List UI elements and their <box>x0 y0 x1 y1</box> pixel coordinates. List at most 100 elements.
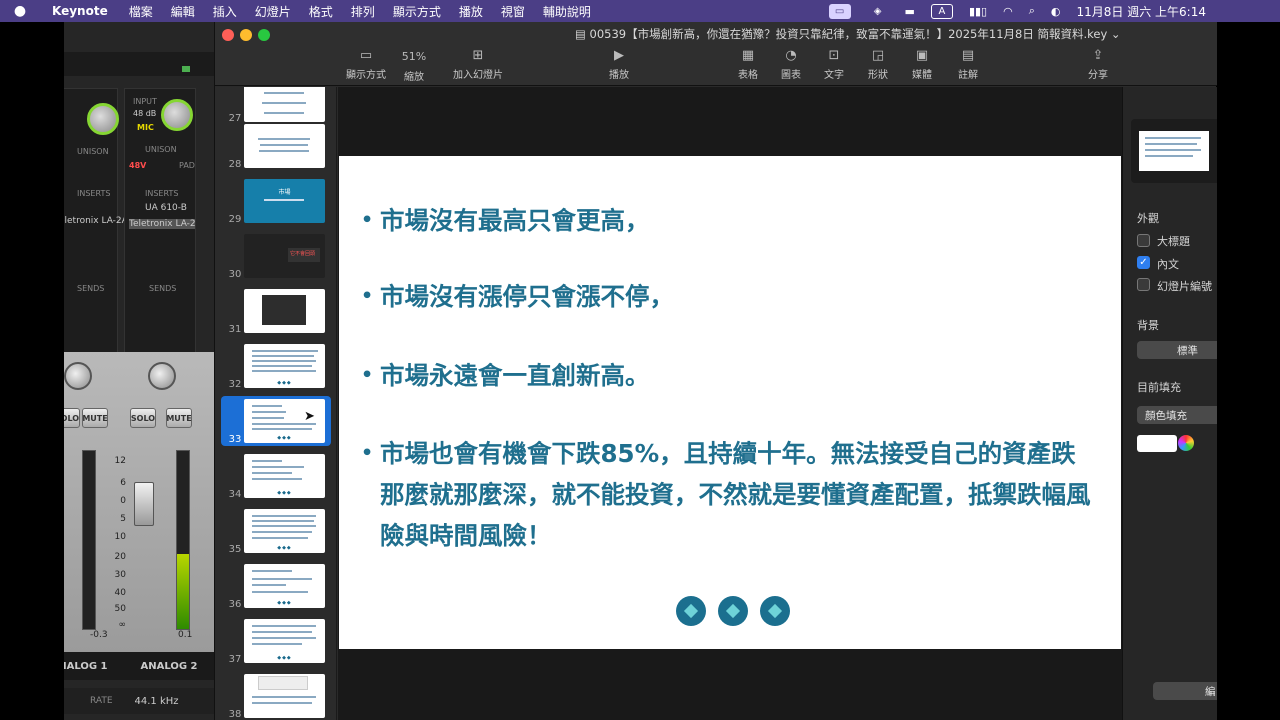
rate-label: RATE <box>90 696 113 706</box>
solo-button[interactable]: SOLO <box>130 408 156 428</box>
chevron-down-icon: ⌄ <box>1107 27 1121 41</box>
menu-arrange[interactable]: 排列 <box>342 3 384 20</box>
insert-slot-b[interactable]: Teletronix LA-2A L <box>129 219 195 229</box>
level-led <box>182 66 190 72</box>
input-source-icon[interactable]: A <box>923 3 961 19</box>
fill-type-select[interactable]: 顏色填充 <box>1137 406 1217 424</box>
slide-thumbnail-image <box>244 674 325 718</box>
menu-play[interactable]: 播放 <box>450 3 492 20</box>
color-well[interactable] <box>1137 435 1177 452</box>
menu-edit[interactable]: 編輯 <box>162 3 204 20</box>
document-title[interactable]: ▤ 00539【市場創新高，你還在猶豫？投資只靠紀律，致富不靠運氣！】2025年… <box>575 26 1195 42</box>
slide-thumbnail-35[interactable]: ◆◆◆ 35 <box>221 506 331 556</box>
slide-thumbnail-28[interactable]: 28 <box>221 121 331 171</box>
pan-knob[interactable] <box>148 362 176 390</box>
edit-layout-button[interactable]: 編 <box>1153 682 1217 700</box>
channel-name[interactable]: ANALOG 2 <box>124 661 214 672</box>
slide-thumbnail-image: ◆◆◆ <box>244 454 325 498</box>
apple-icon[interactable]: ● <box>0 3 40 19</box>
menu-slide[interactable]: 幻燈片 <box>246 3 300 20</box>
pan-knob[interactable] <box>64 362 92 390</box>
mute-button[interactable]: MUTE <box>166 408 192 428</box>
title-checkbox[interactable] <box>1137 234 1150 247</box>
ua-icon[interactable]: ◈ <box>859 4 897 19</box>
menu-insert[interactable]: 插入 <box>204 3 246 20</box>
db-scale-label: 0 <box>120 496 126 506</box>
share-button[interactable]: ⇪ 分享 <box>1071 48 1125 81</box>
sends-label: SENDS <box>77 284 105 293</box>
wifi-icon[interactable]: ◠ <box>995 5 1021 18</box>
minimize-button[interactable] <box>240 29 252 41</box>
zoom-window-button[interactable] <box>258 29 270 41</box>
comment-button[interactable]: ▤ 註解 <box>941 48 995 81</box>
pad-toggle[interactable]: PAD <box>179 161 195 170</box>
current-slide[interactable]: • 市場沒有最高只會更高， • 市場沒有漲停只會漲不停， • 市場永遠會一直創新高。 … <box>339 156 1121 649</box>
background-heading: 背景 <box>1137 319 1159 332</box>
rate-value[interactable]: 44.1 kHz <box>135 696 179 707</box>
battery-icon[interactable]: ▮▮▯ <box>961 5 995 18</box>
unison-label: UNISON <box>77 147 109 156</box>
slide-thumbnail-34[interactable]: ◆◆◆ 34 <box>221 451 331 501</box>
slide-thumbnail-30[interactable]: 它不會回頭 30 <box>221 231 331 281</box>
mute-button[interactable]: MUTE <box>82 408 108 428</box>
menu-app[interactable]: Keynote <box>40 4 120 18</box>
play-icon: ▶ <box>614 48 624 63</box>
bullet-item[interactable]: • 市場沒有最高只會更高， <box>361 200 1100 241</box>
bullet-item[interactable]: • 市場沒有漲停只會漲不停， <box>361 276 1100 317</box>
close-button[interactable] <box>222 29 234 41</box>
diamond-icon <box>760 596 790 626</box>
menu-help[interactable]: 輔助說明 <box>534 3 600 20</box>
db-scale-label: 12 <box>114 456 126 466</box>
bullet-icon: • <box>361 364 374 386</box>
layout-preview-image <box>1139 131 1209 171</box>
slide-thumbnail-27[interactable]: 27 <box>221 87 331 125</box>
slide-thumbnail-37[interactable]: ◆◆◆ 37 <box>221 616 331 666</box>
menu-format[interactable]: 格式 <box>300 3 342 20</box>
channel-names: ANALOG 1 ANALOG 2 <box>64 652 214 680</box>
phantom-48v-toggle[interactable]: 48V <box>129 161 146 170</box>
bullet-item[interactable]: • 市場永遠會一直創新高。 <box>361 355 1100 396</box>
menu-window[interactable]: 視窗 <box>492 3 534 20</box>
screen-record-icon[interactable]: ▭ <box>821 3 859 19</box>
slide-number-checkbox[interactable] <box>1137 278 1150 291</box>
zoom-menu[interactable]: 51% 縮放 <box>387 50 441 83</box>
level-readout: 0.1 <box>178 630 193 640</box>
bed-icon[interactable]: ▬ <box>897 5 923 18</box>
slide-thumbnail-image: ◆◆◆ <box>244 564 325 608</box>
play-button[interactable]: ▶ 播放 <box>592 48 646 81</box>
slide-thumbnail-32[interactable]: ◆◆◆ 32 <box>221 341 331 391</box>
add-slide-button[interactable]: ⊞ 加入幻燈片 <box>451 48 505 81</box>
slide-thumbnail-36[interactable]: ◆◆◆ 36 <box>221 561 331 611</box>
slide-navigator: 27 28 市場 29 它不會回頭 30 31 ◆◆◆ 32 ◆◆◆ 33 ➤ … <box>215 87 337 720</box>
slide-number-option-label[interactable]: 幻燈片編號 <box>1157 278 1212 294</box>
color-wheel-icon[interactable] <box>1178 435 1194 451</box>
inserts-label: INSERTS <box>77 189 111 198</box>
gain-knob[interactable] <box>161 99 193 131</box>
solo-button[interactable]: SOLO <box>64 408 80 428</box>
slide-thumbnail-38[interactable]: 38 <box>221 671 331 720</box>
menu-file[interactable]: 檔案 <box>120 3 162 20</box>
slide-thumbnail-image: 它不會回頭 <box>244 234 325 278</box>
body-checkbox[interactable]: ✓ <box>1137 256 1150 269</box>
slide-thumbnail-29[interactable]: 市場 29 <box>221 176 331 226</box>
slide-thumbnail-33[interactable]: ◆◆◆ 33 ➤ <box>221 396 331 446</box>
view-button[interactable]: ▭ 顯示方式 <box>339 48 393 81</box>
gain-knob[interactable] <box>87 103 119 135</box>
title-option-label[interactable]: 大標題 <box>1157 233 1190 249</box>
volume-fader[interactable] <box>134 482 154 526</box>
standard-background-button[interactable]: 標準 <box>1137 341 1217 359</box>
insert-slot-a[interactable]: UA 610-B <box>145 203 187 213</box>
slide-thumbnail-31[interactable]: 31 <box>221 286 331 336</box>
menu-view[interactable]: 顯示方式 <box>384 3 450 20</box>
body-option-label[interactable]: 內文 <box>1157 256 1179 272</box>
menu-clock[interactable]: 11月8日 週六 上午6:14 <box>1069 3 1214 20</box>
share-icon: ⇪ <box>1092 48 1104 63</box>
status-area: ▭ ◈ ▬ A ▮▮▯ ◠ ⌕ ◐ 11月8日 週六 上午6:14 <box>821 0 1280 22</box>
channel-name[interactable]: ANALOG 1 <box>64 661 124 672</box>
mic-label[interactable]: MIC <box>137 123 154 132</box>
search-icon[interactable]: ⌕ <box>1021 4 1043 18</box>
layout-preview[interactable] <box>1131 119 1217 183</box>
slide-canvas: • 市場沒有最高只會更高， • 市場沒有漲停只會漲不停， • 市場永遠會一直創新高。 … <box>338 87 1122 720</box>
control-center-icon[interactable]: ◐ <box>1043 5 1069 18</box>
bullet-item[interactable]: • 市場也會有機會下跌85%，且持續十年。無法接受自己的資產跌那麼就那麼深，就不能… <box>361 433 1100 556</box>
